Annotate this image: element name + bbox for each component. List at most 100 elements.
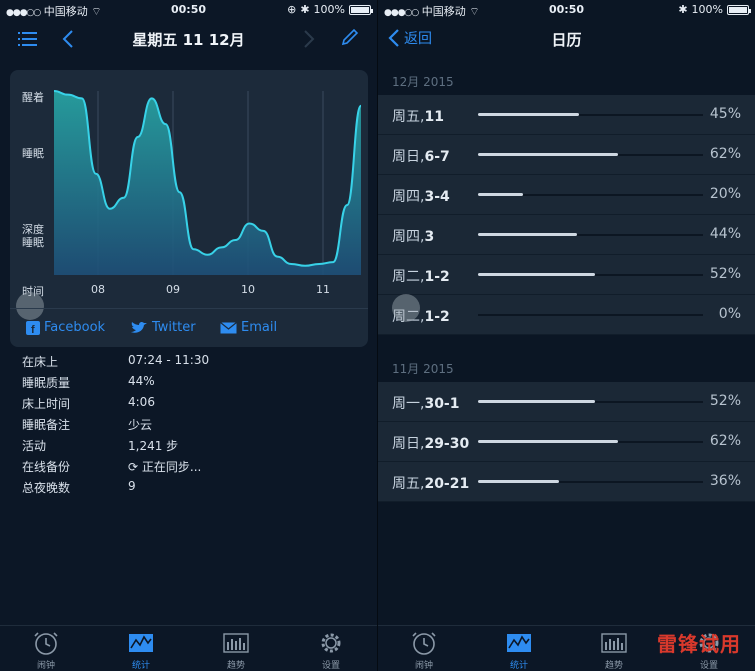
calendar-screen: ●●●○○ 中国移动 ⌔ 00:50 ✱ 100% 返回 日历 12月 2015…: [378, 0, 755, 671]
calendar-row-label: 周二,1-2: [392, 266, 450, 286]
battery-icon: [349, 4, 373, 15]
calendar-row-label: 周五,11: [392, 106, 444, 126]
info-key: 睡眠备注: [22, 418, 71, 432]
quality-percent: 62%: [709, 146, 741, 162]
tab-settings-label: 设置: [321, 661, 340, 671]
calendar-row-label: 周四,3-4: [392, 186, 450, 206]
y-label-sleep: 睡眠: [22, 147, 44, 160]
tab-alarm-label: 闹钟: [414, 661, 433, 671]
tab-alarm[interactable]: 闹钟: [16, 630, 76, 671]
calendar-row-label: 周日,29-30: [392, 433, 469, 453]
tab-stats-label: 统计: [509, 661, 528, 671]
quality-percent: 52%: [709, 266, 741, 282]
touch-indicator: [392, 294, 420, 322]
calendar-row-label: 周四,3: [392, 226, 434, 246]
facebook-share-button[interactable]: f Facebook: [26, 320, 105, 335]
info-row: 活动 1,241 步: [22, 437, 209, 458]
quality-bar-track: [478, 113, 703, 116]
calendar-row[interactable]: 周一,30-1 52%: [378, 382, 755, 422]
calendar-row[interactable]: 周四,3-4 20%: [378, 175, 755, 215]
info-value: 4:06: [128, 395, 155, 409]
info-row: 床上时间 4:06: [22, 395, 209, 416]
section-header-nov: 11月 2015: [392, 362, 454, 376]
trends-icon: [601, 633, 627, 653]
quality-bar-track: [478, 153, 703, 156]
tab-alarm-label: 闹钟: [36, 661, 55, 671]
info-row: 睡眠质量 44%: [22, 374, 209, 395]
nav-bar-right: 返回 日历: [378, 20, 755, 58]
twitter-share-button[interactable]: Twitter: [130, 320, 196, 335]
info-row: 在床上 07:24 - 11:30: [22, 353, 209, 374]
tab-bar: 闹钟 统计 趋势 设置: [0, 625, 377, 671]
watermark-logo: 雷锋试用: [657, 632, 741, 656]
alarm-clock-icon: [412, 632, 436, 655]
battery-icon: [727, 4, 751, 15]
calendar-row[interactable]: 周五,11 45%: [378, 95, 755, 135]
info-key: 在床上: [22, 355, 59, 369]
info-value: 44%: [128, 374, 155, 388]
calendar-row[interactable]: 周五,20-21 36%: [378, 462, 755, 502]
date-range: 11: [424, 109, 444, 125]
date-range: 30-1: [424, 396, 460, 412]
quality-bar-track: [478, 440, 703, 443]
tab-trends-label: 趋势: [226, 661, 245, 671]
quality-bar-fill: [478, 153, 618, 156]
sync-status: ⟳ 正在同步...: [128, 458, 201, 479]
quality-percent: 20%: [709, 186, 741, 202]
tab-stats[interactable]: 统计: [489, 630, 549, 671]
status-bar: ●●●○○ 中国移动 ⌔ 00:50 ⊕ ✱ 100%: [0, 0, 377, 20]
quality-bar-fill: [478, 273, 595, 276]
date-range: 1-2: [424, 269, 450, 285]
twitter-label: Twitter: [152, 320, 196, 335]
info-key: 床上时间: [22, 397, 71, 411]
tab-settings-label: 设置: [699, 661, 718, 671]
info-key: 活动: [22, 439, 47, 453]
tab-trends[interactable]: 趋势: [206, 630, 266, 671]
calendar-list-dec: 周五,11 45% 周日,6-7 62% 周四,3-4 20% 周四,3 44% 周二,1-2 5…: [378, 95, 755, 335]
calendar-row[interactable]: 周日,6-7 62%: [378, 135, 755, 175]
bluetooth-icon: ✱: [300, 3, 310, 16]
edit-icon[interactable]: [340, 27, 360, 47]
weekday: 周五,: [392, 476, 425, 492]
quality-bar-fill: [478, 400, 595, 403]
quality-percent: 45%: [709, 106, 741, 122]
status-bar-right: ●●●○○ 中国移动 ⌔ 00:50 ✱ 100%: [378, 0, 755, 20]
page-title: 日历: [551, 31, 582, 49]
weekday: 周日,: [392, 149, 425, 165]
calendar-row[interactable]: 周日,29-30 62%: [378, 422, 755, 462]
info-key: 总夜晚数: [22, 481, 71, 495]
quality-bar-track: [478, 480, 703, 483]
calendar-row[interactable]: 周二,1-2 52%: [378, 255, 755, 295]
sleep-graph-card: 醒着 睡眠 深度 睡眠 时间 08 09 10 11 f Facebook Tw…: [10, 70, 368, 347]
gear-icon: [321, 633, 341, 653]
calendar-row[interactable]: 周四,3 44%: [378, 215, 755, 255]
orientation-lock-icon: ⊕: [287, 3, 297, 16]
nav-bar: 星期五 11 12月: [0, 20, 377, 58]
calendar-row-label: 周一,30-1: [392, 393, 460, 413]
calendar-row[interactable]: 周二,1-2 0%: [378, 295, 755, 335]
quality-bar-track: [478, 193, 703, 196]
tab-alarm[interactable]: 闹钟: [394, 630, 454, 671]
quality-percent: 62%: [709, 433, 741, 449]
y-label-deep-sleep: 深度 睡眠: [22, 223, 44, 249]
info-key: 睡眠质量: [22, 376, 71, 390]
email-share-button[interactable]: Email: [220, 320, 277, 335]
quality-bar-fill: [478, 480, 559, 483]
alarm-clock-icon: [34, 632, 58, 655]
sleep-info-list: 在床上 07:24 - 11:30 睡眠质量 44% 床上时间 4:06 睡眠备注 少云 活动 1…: [22, 353, 209, 500]
quality-bar-fill: [478, 440, 618, 443]
tab-trends[interactable]: 趋势: [584, 630, 644, 671]
status-right: ⊕ ✱ 100%: [287, 3, 373, 16]
email-icon: [220, 321, 237, 333]
stats-icon: [507, 634, 531, 652]
facebook-icon: f: [26, 320, 40, 335]
weekday: 周四,: [392, 229, 425, 245]
tab-stats[interactable]: 统计: [111, 630, 171, 671]
x-tick-09: 09: [166, 283, 180, 296]
tab-settings[interactable]: 设置: [301, 630, 361, 671]
next-day-button[interactable]: [303, 29, 315, 49]
page-title: 星期五 11 12月: [132, 31, 245, 49]
info-value: 07:24 - 11:30: [128, 353, 210, 367]
x-tick-11: 11: [316, 283, 330, 296]
svg-text:f: f: [31, 324, 35, 335]
